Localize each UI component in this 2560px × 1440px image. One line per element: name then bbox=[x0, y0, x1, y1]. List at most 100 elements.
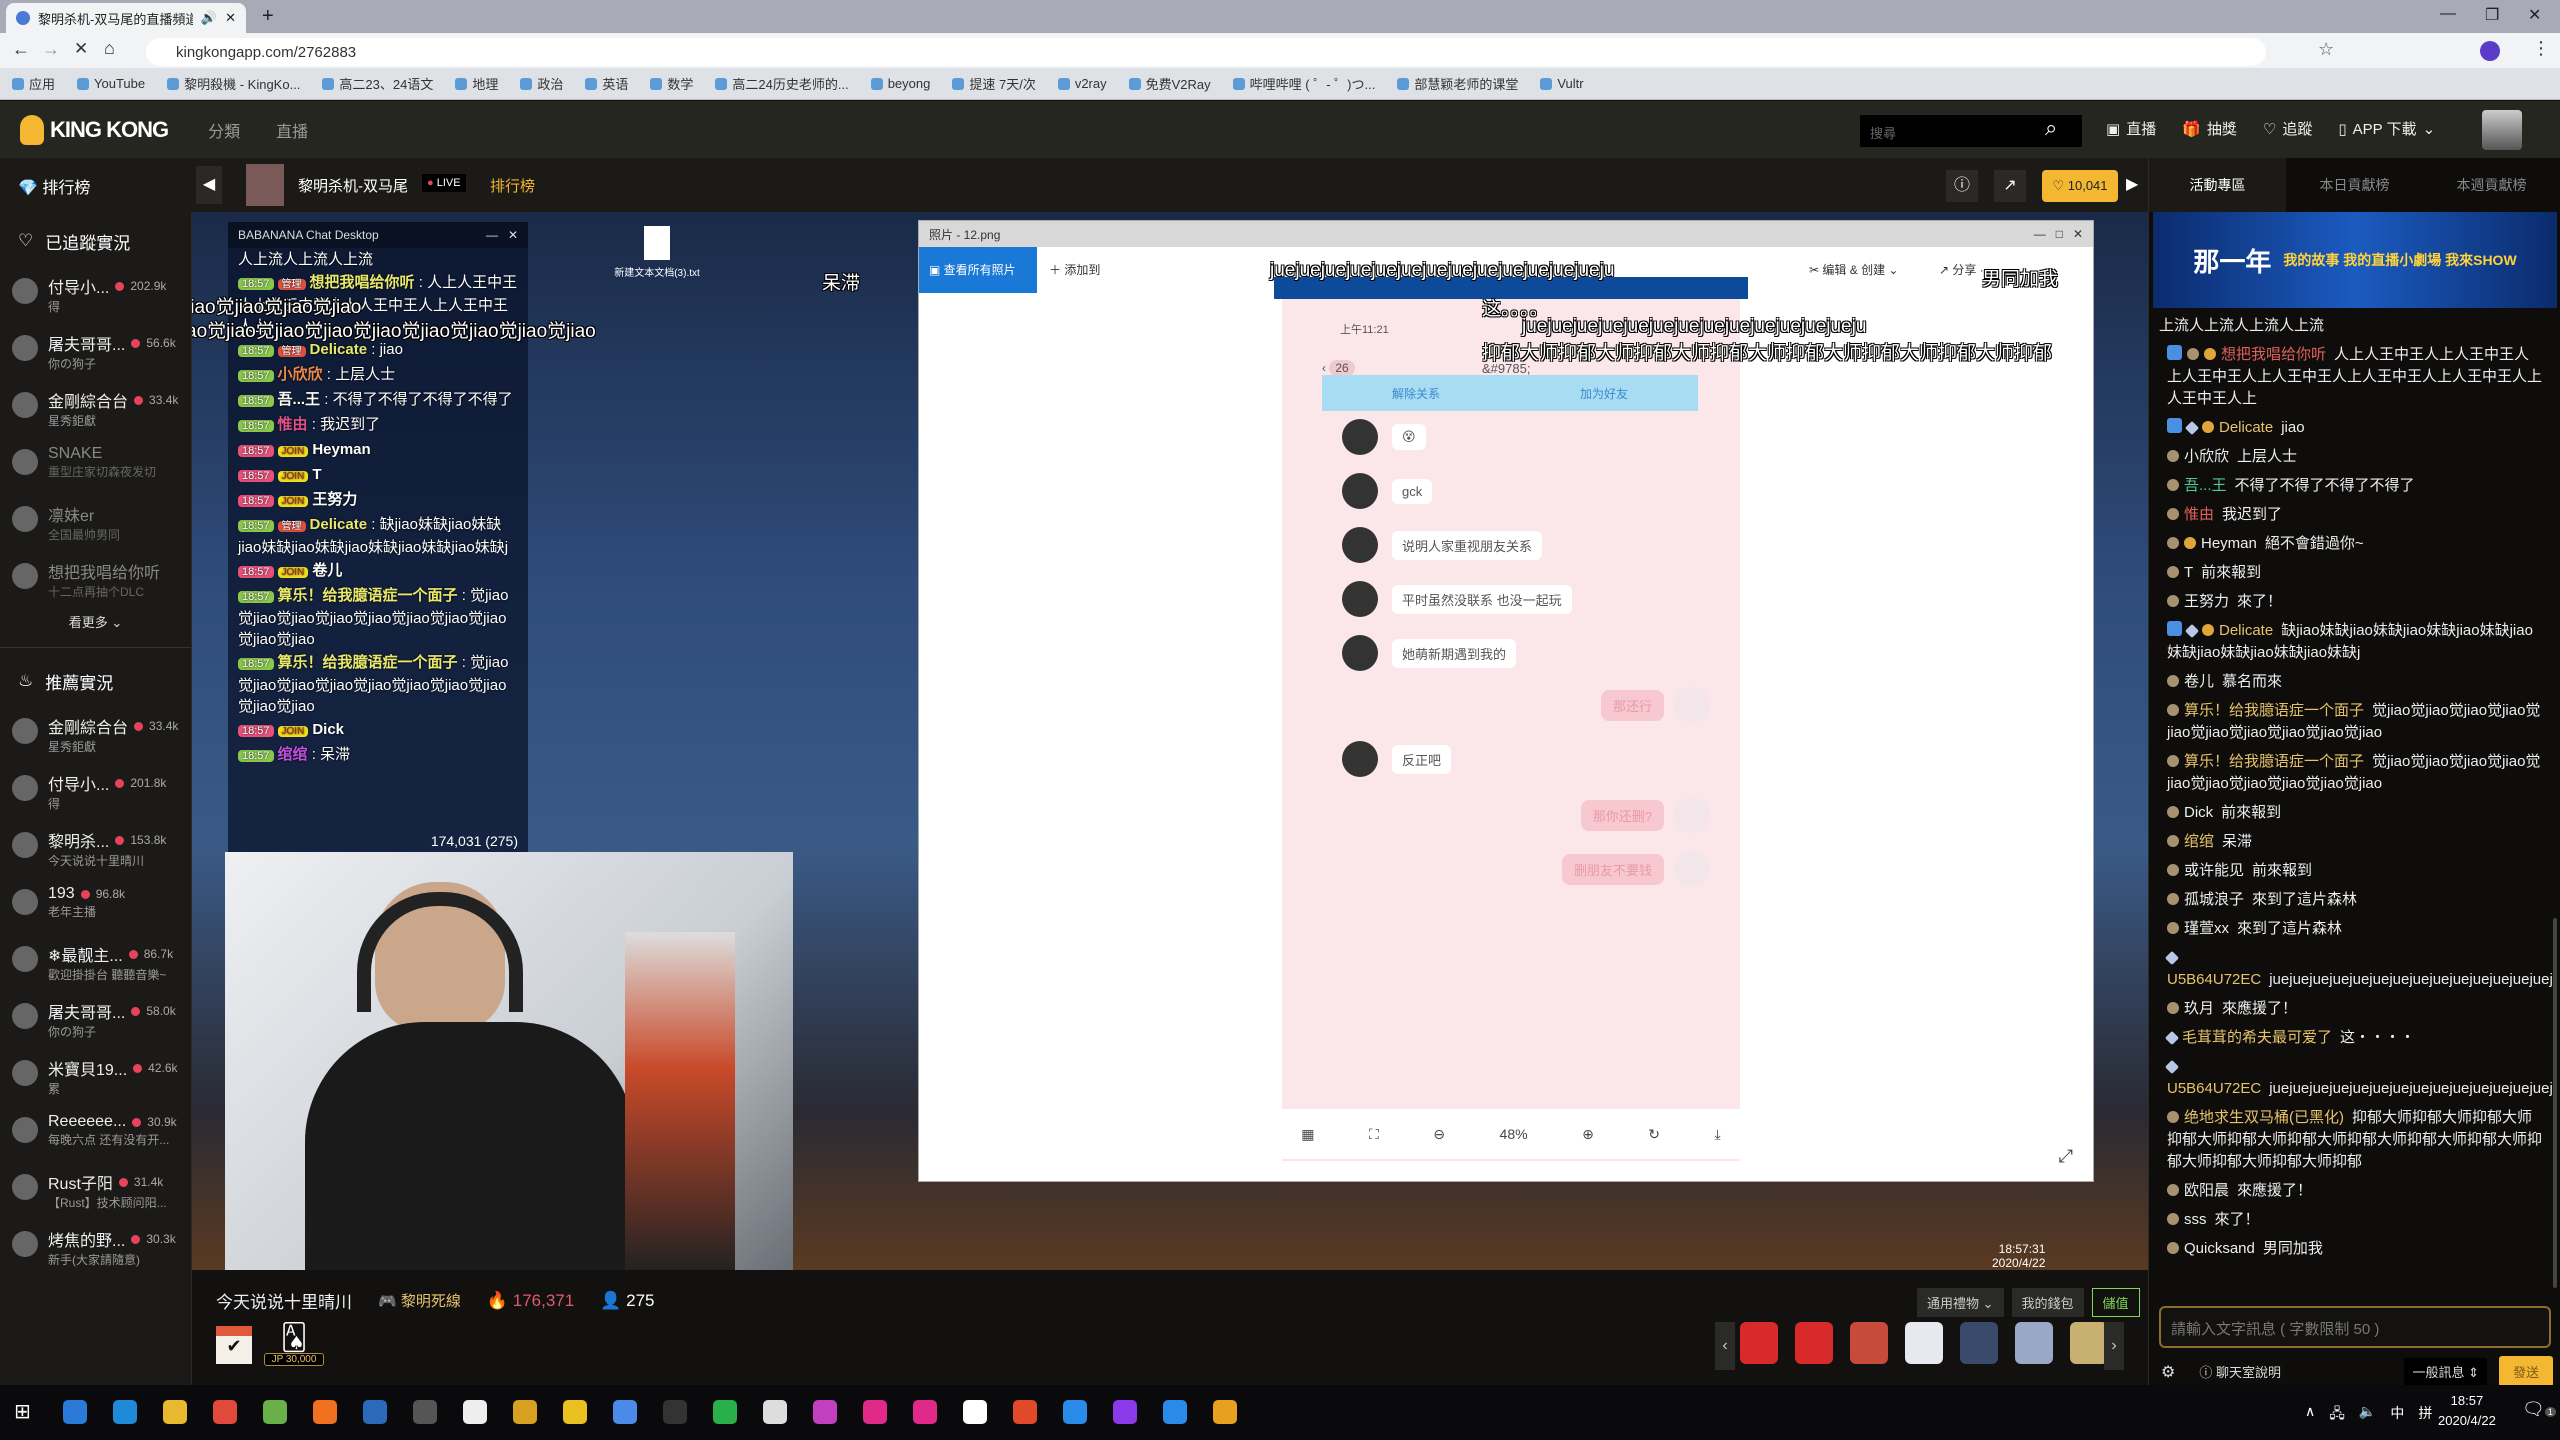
rank-link[interactable]: 排行榜 bbox=[490, 175, 535, 196]
sidebar-channel[interactable]: 屠夫哥哥... 56.6k 你の狗子 bbox=[0, 323, 191, 380]
taskbar-app-icon[interactable] bbox=[213, 1400, 237, 1424]
sidebar-channel[interactable]: 想把我唱给你听 十二点再抽个DLC bbox=[0, 551, 191, 608]
expand-chat-button[interactable]: ▶ bbox=[2126, 174, 2138, 194]
bookmark-item[interactable]: 地理 bbox=[455, 74, 498, 93]
minimize-window-button[interactable]: — bbox=[2440, 5, 2456, 23]
streamer-avatar[interactable] bbox=[246, 164, 284, 206]
user-avatar[interactable] bbox=[2482, 110, 2522, 150]
bookmark-item[interactable]: Vultr bbox=[1540, 76, 1584, 91]
chat-username[interactable]: U5B64U72EC bbox=[2167, 1080, 2261, 1097]
taskbar-app-icon[interactable] bbox=[1063, 1400, 1087, 1424]
sidebar-channel[interactable]: 付导小... 201.8k 得 bbox=[0, 763, 191, 820]
taskbar-app-icon[interactable] bbox=[763, 1400, 787, 1424]
red-envelope-gift-icon[interactable] bbox=[1740, 1322, 1778, 1364]
taskbar-app-icon[interactable] bbox=[63, 1400, 87, 1424]
send-button[interactable]: 發送 bbox=[2498, 1356, 2553, 1387]
kingkong-logo[interactable]: KING KONG bbox=[20, 114, 169, 145]
report-button[interactable]: ⓘ bbox=[1946, 170, 1978, 202]
collapse-sidebar-button[interactable]: ◀ bbox=[196, 166, 222, 204]
tray-chevron-icon[interactable]: ∧ bbox=[2305, 1403, 2315, 1427]
nav-category[interactable]: 分類 bbox=[208, 118, 240, 142]
nav-live[interactable]: 直播 bbox=[276, 118, 308, 142]
rocket-gift-icon[interactable] bbox=[1850, 1322, 1888, 1364]
back-icon[interactable]: ← bbox=[12, 39, 30, 60]
chat-username[interactable]: Dick bbox=[2184, 804, 2213, 821]
stop-icon[interactable]: ✕ bbox=[74, 39, 88, 59]
gift-next-button[interactable]: › bbox=[2104, 1322, 2124, 1370]
chat-username[interactable]: 玖月 bbox=[2184, 1000, 2214, 1017]
bookmark-item[interactable]: 英语 bbox=[585, 74, 628, 93]
taskbar-app-icon[interactable] bbox=[1213, 1400, 1237, 1424]
swordsman-gift-icon[interactable] bbox=[1960, 1322, 1998, 1364]
jet-gift-icon[interactable] bbox=[1905, 1322, 1943, 1364]
chat-username[interactable]: 算乐！给我臆语症一个面子 bbox=[2184, 702, 2364, 719]
chat-username[interactable]: 小欣欣 bbox=[2184, 448, 2229, 465]
forward-icon[interactable]: → bbox=[42, 39, 60, 60]
chat-username[interactable]: Heyman bbox=[2201, 535, 2257, 552]
sidebar-channel[interactable]: 金剛綜合台 33.4k 星秀鉅獻 bbox=[0, 706, 191, 763]
chat-username[interactable]: 毛茸茸的希夫最可爱了 bbox=[2182, 1029, 2332, 1046]
chat-username[interactable]: 或许能见 bbox=[2184, 862, 2244, 879]
volume-icon[interactable]: 🔈 bbox=[2359, 1403, 2376, 1427]
chat-username[interactable]: 王努力 bbox=[2184, 593, 2229, 610]
chat-username[interactable]: 惟由 bbox=[2184, 506, 2214, 523]
sidebar-channel[interactable]: SNAKE 重型庄家切森夜发切 bbox=[0, 437, 191, 494]
taskbar-app-icon[interactable] bbox=[563, 1400, 587, 1424]
category-link[interactable]: 🎮 黎明死線 bbox=[378, 1290, 461, 1311]
streamer-name[interactable]: 黎明杀机-双马尾 bbox=[298, 175, 408, 196]
taskbar-app-icon[interactable] bbox=[813, 1400, 837, 1424]
see-more-button[interactable]: 看更多 ⌄ bbox=[0, 608, 191, 648]
tab-events[interactable]: 活動專區 bbox=[2149, 158, 2286, 212]
taskbar-app-icon[interactable] bbox=[513, 1400, 537, 1424]
bookmark-item[interactable]: 应用 bbox=[12, 74, 55, 93]
taskbar-app-icon[interactable] bbox=[363, 1400, 387, 1424]
bookmark-item[interactable]: 提速 7天/次 bbox=[952, 74, 1036, 93]
taskbar-app-icon[interactable] bbox=[313, 1400, 337, 1424]
taskbar-app-icon[interactable] bbox=[1013, 1400, 1037, 1424]
app-download-button[interactable]: ▯ APP 下載 ⌄ bbox=[2338, 118, 2435, 139]
granny-shield-gift-icon[interactable] bbox=[2015, 1322, 2053, 1364]
address-bar[interactable]: kingkongapp.com/2762883 bbox=[146, 38, 2266, 66]
share-button[interactable]: ↗ bbox=[1994, 170, 2026, 202]
bookmark-item[interactable]: YouTube bbox=[77, 76, 145, 91]
bookmark-item[interactable]: 高二23、24语文 bbox=[322, 74, 433, 93]
bookmark-item[interactable]: 数学 bbox=[650, 74, 693, 93]
close-window-button[interactable]: ✕ bbox=[2528, 5, 2541, 25]
chat-username[interactable]: 瑾萱xx bbox=[2184, 920, 2229, 937]
rank-section-label[interactable]: 💎 排行榜 bbox=[18, 174, 90, 198]
bookmark-item[interactable]: 部慧颖老师的课堂 bbox=[1397, 74, 1518, 93]
chat-username[interactable]: 孤城浪子 bbox=[2184, 891, 2244, 908]
wallet-button[interactable]: 我的錢包 bbox=[2011, 1288, 2084, 1317]
menu-icon[interactable]: ⋮ bbox=[2532, 38, 2550, 59]
sidebar-channel[interactable]: 凛妹er 全国最帅男同 bbox=[0, 494, 191, 551]
notification-center-icon[interactable]: 🗨 1 bbox=[2522, 1399, 2556, 1420]
sidebar-channel[interactable]: 193 96.8k 老年主播 bbox=[0, 877, 191, 934]
message-type-select[interactable]: 一般訊息 ⇕ bbox=[2404, 1358, 2487, 1385]
checkin-calendar-icon[interactable]: ✔ bbox=[216, 1326, 252, 1364]
bookmark-item[interactable]: 黎明殺機 - KingKo... bbox=[167, 74, 300, 93]
jackpot-button[interactable]: 🂡 JP 30,000 bbox=[264, 1322, 324, 1372]
chat-input[interactable]: 請輸入文字訊息 ( 字數限制 50 ) bbox=[2159, 1306, 2551, 1348]
taskbar-app-icon[interactable] bbox=[413, 1400, 437, 1424]
sidebar-channel[interactable]: ❄最靓主... 86.7k 歡迎掛掛台 聽聽音樂~ bbox=[0, 934, 191, 991]
red-envelope-gift-icon[interactable] bbox=[1795, 1322, 1833, 1364]
chat-username[interactable]: 卷儿 bbox=[2184, 673, 2214, 690]
chat-scrollbar[interactable] bbox=[2553, 918, 2557, 1288]
tab-weekly-rank[interactable]: 本週貢獻榜 bbox=[2423, 158, 2560, 212]
bookmark-star-icon[interactable]: ☆ bbox=[2318, 39, 2334, 60]
chat-username[interactable]: U5B64U72EC bbox=[2167, 971, 2261, 988]
go-live-button[interactable]: ▣ 直播 bbox=[2106, 118, 2156, 139]
taskbar-app-icon[interactable] bbox=[713, 1400, 737, 1424]
chat-username[interactable]: Delicate bbox=[2219, 419, 2273, 436]
ime-language[interactable]: 中 bbox=[2390, 1403, 2404, 1427]
follow-button[interactable]: ♡ 追蹤 bbox=[2263, 118, 2312, 139]
bookmark-item[interactable]: 哔哩哔哩 ( ゜- ゜)つ... bbox=[1232, 74, 1375, 93]
browser-tab[interactable]: 黎明杀机-双马尾的直播頻道 🔊 ✕ bbox=[6, 3, 246, 33]
chat-username[interactable]: 欧阳晨 bbox=[2184, 1182, 2229, 1199]
sidebar-channel[interactable]: Reeeeee... 30.9k 每晚六点 还有没有开... bbox=[0, 1105, 191, 1162]
chat-username[interactable]: Quicksand bbox=[2184, 1240, 2255, 1257]
taskbar-app-icon[interactable] bbox=[663, 1400, 687, 1424]
bookmark-item[interactable]: 高二24历史老师的... bbox=[715, 74, 849, 93]
chat-username[interactable]: sss bbox=[2184, 1211, 2207, 1228]
chat-help-link[interactable]: ⓘ 聊天室說明 bbox=[2199, 1362, 2281, 1381]
